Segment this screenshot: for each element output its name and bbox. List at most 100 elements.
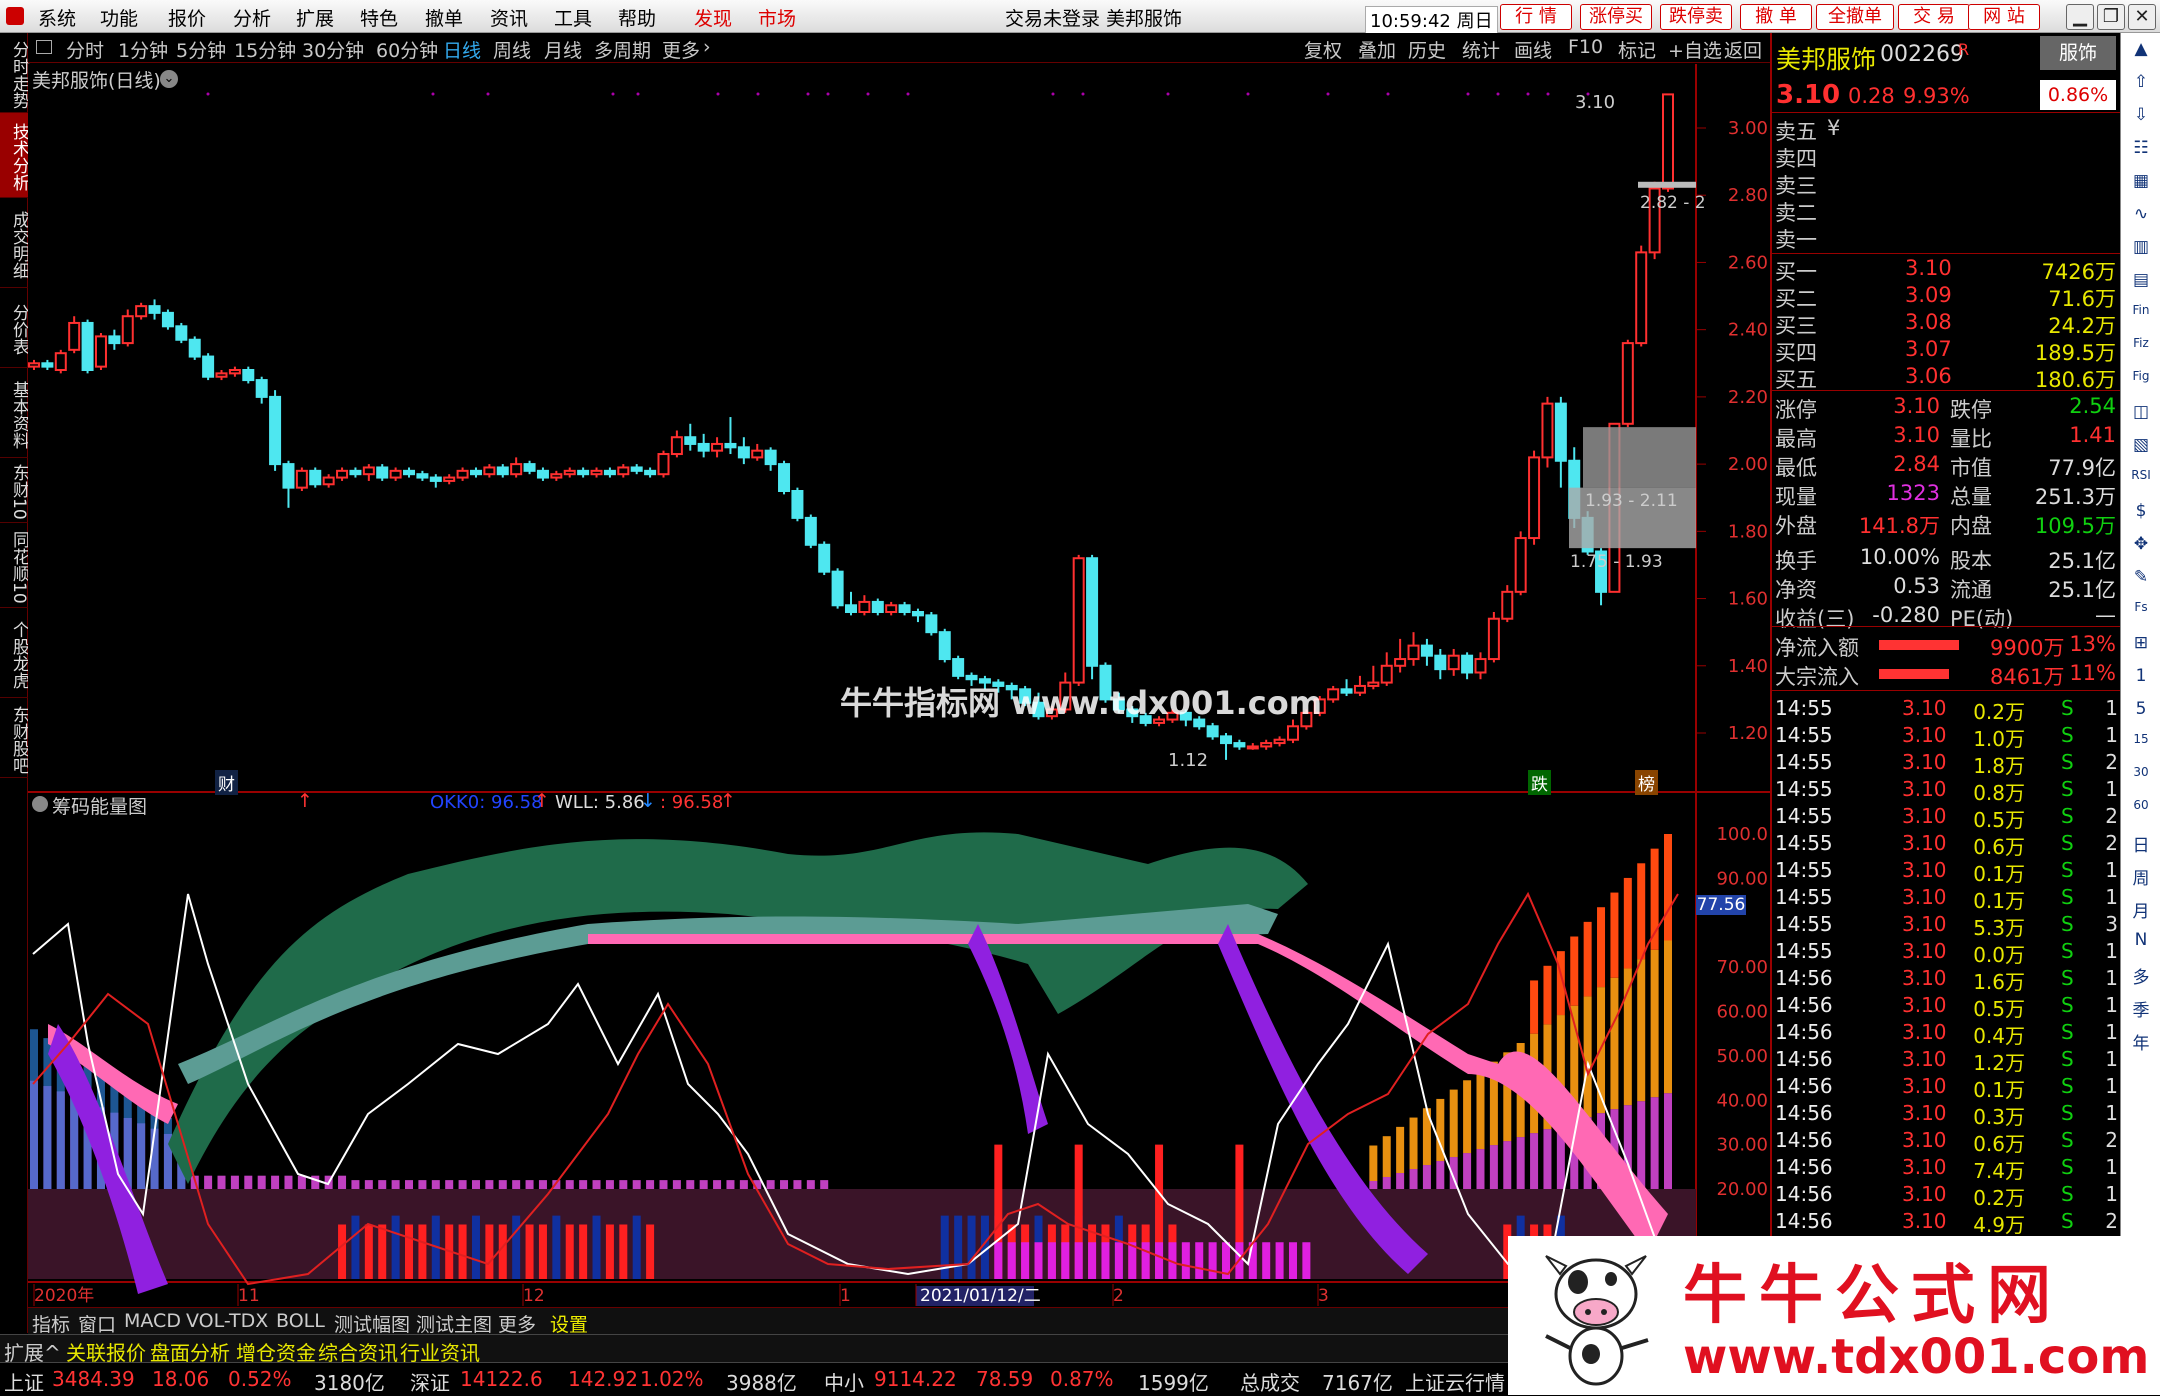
bottom-tab-4[interactable]: BOLL [276,1310,325,1332]
tool-1[interactable]: 叠加 [1358,36,1396,63]
trade-button-6[interactable]: 网 站 [1968,4,2040,30]
period-7[interactable]: 周线 [493,36,531,63]
menu-4[interactable]: 扩展 [296,4,334,31]
tool-icon-15[interactable]: ✥ [2130,534,2152,556]
bottom-tab-0[interactable]: 指标 [32,1310,70,1337]
tool-icon-7[interactable]: ▤ [2130,270,2152,292]
tool-icon-17[interactable]: Fs [2130,600,2152,622]
tool-icon-30[interactable]: 年 [2130,1029,2152,1054]
left-tab-4[interactable]: 基本资料 [0,368,29,458]
tool-5[interactable]: F10 [1568,36,1603,58]
tool-icon-18[interactable]: ⊞ [2130,633,2152,655]
left-tab-5[interactable]: 东财10 [0,458,29,523]
more-chevron-icon[interactable]: › [703,36,711,58]
tool-7[interactable]: +自选 [1668,36,1722,63]
period-10[interactable]: 更多 [662,36,700,63]
bottom-tab-6[interactable]: 测试主图 [416,1310,492,1337]
trade-button-3[interactable]: 撤 单 [1740,4,1812,30]
bottom-tab-5[interactable]: 测试幅图 [334,1310,410,1337]
period-1[interactable]: 1分钟 [118,36,168,63]
menu-6[interactable]: 撤单 [425,4,463,31]
tool-icon-14[interactable]: $ [2130,501,2152,523]
menu-1[interactable]: 功能 [100,4,138,31]
tool-icon-3[interactable]: ☷ [2130,138,2152,160]
tool-icon-9[interactable]: Fiz [2130,336,2152,358]
tool-icon-21[interactable]: 15 [2130,732,2152,754]
period-6[interactable]: 日线 [443,36,481,63]
sector-button[interactable]: 服饰 [2040,36,2116,70]
bottom-tab-2[interactable]: MACD [124,1310,181,1332]
tool-icon-23[interactable]: 60 [2130,798,2152,820]
period-3[interactable]: 15分钟 [234,36,296,63]
event-marker-die[interactable]: 跌 [1528,770,1551,795]
bottom-tab-1[interactable]: 窗口 [78,1310,116,1337]
tool-2[interactable]: 历史 [1408,36,1446,63]
menu-2[interactable]: 报价 [168,4,206,31]
trade-button-0[interactable]: 行 情 [1500,4,1572,30]
tool-6[interactable]: 标记 [1618,36,1656,63]
tool-icon-11[interactable]: ◫ [2130,402,2152,424]
tool-4[interactable]: 画线 [1514,36,1552,63]
chart-settings-icon[interactable]: ⌄ [160,70,178,88]
period-2[interactable]: 5分钟 [176,36,226,63]
bottom-tab-7[interactable]: 更多 [498,1310,536,1337]
bottom-tab-8[interactable]: 设置 [550,1310,588,1337]
left-tab-1[interactable]: 技术分析 [0,113,29,198]
tool-icon-24[interactable]: 日 [2130,831,2152,856]
tool-icon-25[interactable]: 周 [2130,864,2152,889]
period-8[interactable]: 月线 [544,36,582,63]
left-tab-2[interactable]: 成交明细 [0,198,29,288]
tool-icon-8[interactable]: Fin [2130,303,2152,325]
tool-icon-12[interactable]: ▧ [2130,435,2152,457]
bottom-tab-3[interactable]: VOL-TDX [186,1310,268,1332]
tool-icon-20[interactable]: 5 [2130,699,2152,721]
tool-icon-2[interactable]: ⇩ [2130,105,2152,127]
chip-bar-red [1637,863,1646,960]
tool-icon-29[interactable]: 季 [2130,996,2152,1021]
indicator-toggle-icon[interactable] [32,796,48,812]
trade-button-4[interactable]: 全撤单 [1816,4,1894,30]
left-tab-7[interactable]: 个股龙虎 [0,608,29,698]
period-5[interactable]: 60分钟 [376,36,438,63]
tool-icon-22[interactable]: 30 [2130,765,2152,787]
close-button[interactable]: ✕ [2128,4,2156,30]
panel-toggle-icon[interactable] [36,40,52,54]
menu-9[interactable]: 帮助 [618,4,656,31]
left-tab-8[interactable]: 东财股吧 [0,698,29,778]
minimize-button[interactable]: ▁ [2066,4,2094,30]
left-tab-0[interactable]: 分时走势 [0,33,29,113]
menu-red-1[interactable]: 市场 [758,4,796,31]
tool-3[interactable]: 统计 [1462,36,1500,63]
menu-3[interactable]: 分析 [233,4,271,31]
left-tab-6[interactable]: 同花顺10 [0,523,29,608]
period-9[interactable]: 多周期 [594,36,651,63]
tool-icon-10[interactable]: Fig [2130,369,2152,391]
tool-8[interactable]: 返回 [1724,36,1762,63]
period-4[interactable]: 30分钟 [302,36,364,63]
tool-icon-26[interactable]: 月 [2130,897,2152,922]
menu-0[interactable]: 系统 [38,4,76,31]
tool-icon-28[interactable]: 多 [2130,963,2152,988]
tool-icon-1[interactable]: ⇧ [2130,72,2152,94]
menu-red-0[interactable]: 发现 [694,4,732,31]
event-marker-bang[interactable]: 榜 [1635,770,1658,795]
menu-8[interactable]: 工具 [554,4,592,31]
tool-icon-13[interactable]: RSI [2130,468,2152,490]
restore-button[interactable]: ❐ [2097,4,2125,30]
event-marker-cai[interactable]: 财 [215,770,238,795]
trade-button-1[interactable]: 涨停买 [1580,4,1652,30]
menu-7[interactable]: 资讯 [490,4,528,31]
trade-button-2[interactable]: 跌停卖 [1660,4,1732,30]
tool-icon-27[interactable]: N [2130,930,2152,952]
tool-icon-16[interactable]: ✎ [2130,567,2152,589]
trade-button-5[interactable]: 交 易 [1898,4,1970,30]
left-tab-3[interactable]: 分价表 [0,288,29,368]
tool-icon-19[interactable]: 1 [2130,666,2152,688]
tool-icon-5[interactable]: ∿ [2130,204,2152,226]
period-0[interactable]: 分时 [66,36,104,63]
tool-icon-6[interactable]: ▥ [2130,237,2152,259]
tool-icon-4[interactable]: ▦ [2130,171,2152,193]
menu-5[interactable]: 特色 [360,4,398,31]
tool-icon-0[interactable]: ▲ [2130,39,2152,61]
tool-0[interactable]: 复权 [1304,36,1342,63]
